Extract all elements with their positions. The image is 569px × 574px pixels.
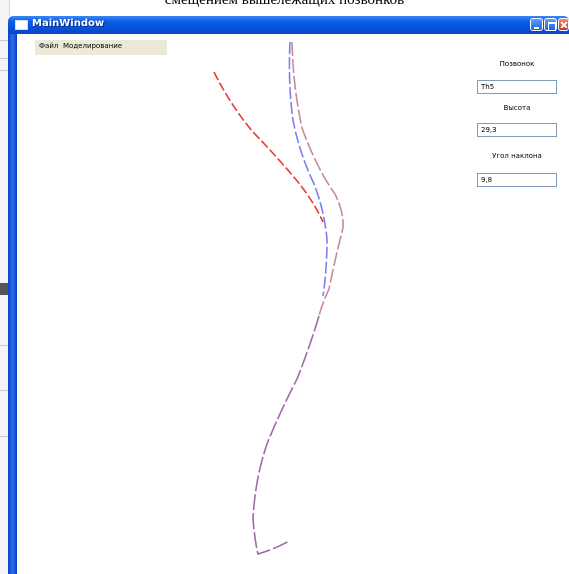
displaced-spine-curve (213, 71, 324, 223)
spine-model-canvas (213, 41, 344, 556)
window-icon (15, 20, 28, 30)
client-area: Файл Моделирование Позвонок Высота Угол … (17, 34, 569, 574)
shifted-spine-curve (291, 41, 344, 317)
minimize-icon (534, 27, 539, 29)
minimize-button[interactable] (530, 18, 543, 31)
document-caption: смещением вышележащих позвонков (164, 0, 405, 8)
close-button[interactable] (558, 18, 569, 31)
maximize-button[interactable] (544, 18, 557, 31)
title-bar[interactable]: MainWindow (8, 16, 569, 34)
window-title: MainWindow (32, 18, 105, 29)
maximize-icon (548, 22, 556, 31)
lower-spine-curve (252, 315, 320, 556)
window-frame-left (8, 34, 17, 574)
